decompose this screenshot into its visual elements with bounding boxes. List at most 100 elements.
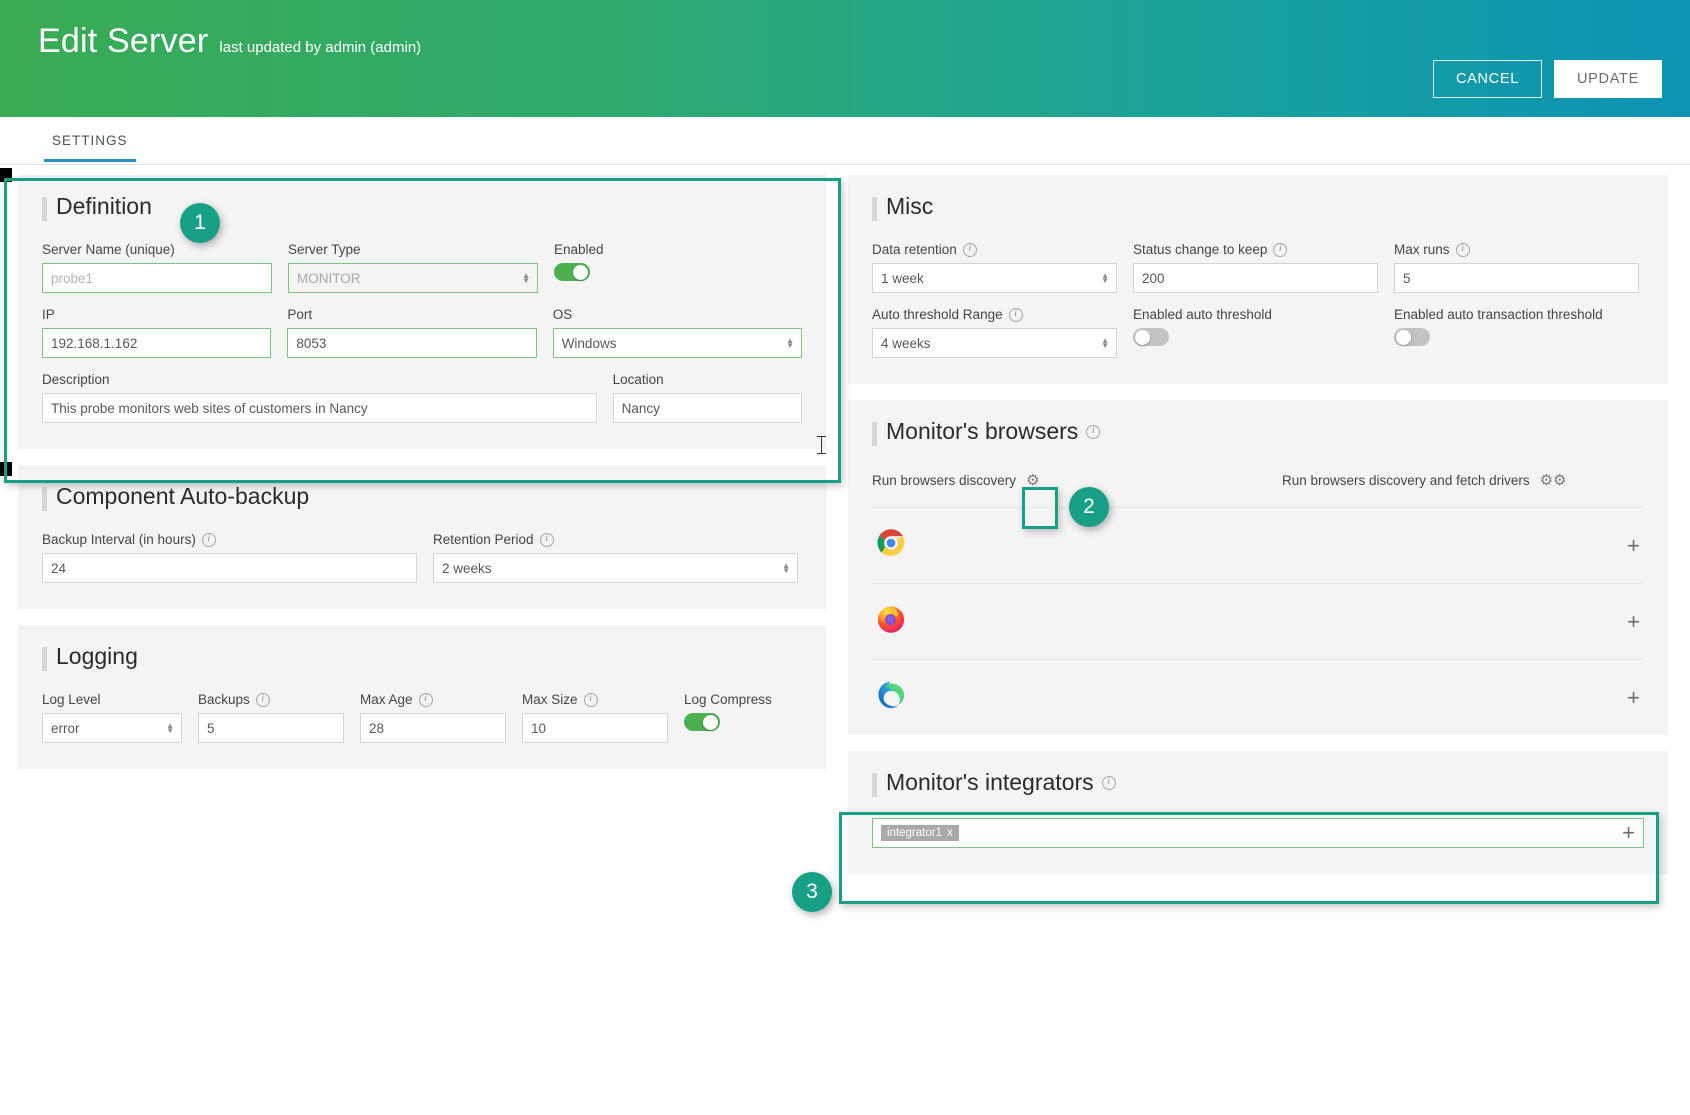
add-edge-button[interactable]: + [1627,686,1640,709]
info-icon[interactable]: i [1086,424,1101,439]
enabled-auto-transaction-threshold-toggle[interactable] [1394,328,1430,346]
run-browsers-discovery-fetch[interactable]: Run browsers discovery and fetch drivers… [1282,471,1567,489]
add-firefox-button[interactable]: + [1627,610,1640,633]
description-input[interactable]: This probe monitors web sites of custome… [42,393,597,423]
field-auto-threshold-range: Auto threshold Range i 4 weeks ▲ ▼ [872,307,1117,358]
enabled-auto-threshold-toggle[interactable] [1133,328,1169,346]
ip-input[interactable]: 192.168.1.162 [42,328,272,358]
integrators-input[interactable]: integrator1 x + [872,818,1644,848]
spinner-icon: ▲ ▼ [786,336,794,350]
max-size-label-text: Max Size [522,692,578,707]
log-level-value: error [51,720,80,736]
auto-threshold-range-select[interactable]: 4 weeks ▲ ▼ [872,328,1117,358]
callout-badge-1: 1 [180,203,220,243]
info-icon[interactable]: i [962,242,977,257]
log-level-select[interactable]: error ▲ ▼ [42,713,182,743]
info-icon[interactable]: i [1455,242,1470,257]
definition-row-1: Server Name (unique) probe1 Server Type … [42,242,802,293]
spinner-icon: ▲ ▼ [166,721,174,735]
field-ip: IP 192.168.1.162 [42,307,272,358]
enabled-toggle[interactable] [554,263,590,281]
server-type-label: Server Type [288,242,361,257]
max-age-input[interactable]: 28 [360,713,506,743]
log-compress-toggle[interactable] [684,713,720,731]
browser-row[interactable]: + [872,507,1644,583]
info-icon[interactable]: i [255,692,270,707]
enabled-label: Enabled [554,242,604,257]
tab-bar: SETTINGS [0,117,1690,165]
enabled-auto-threshold-label: Enabled auto threshold [1133,307,1272,322]
monitors-browsers-title-text: Monitor's browsers [886,418,1079,444]
port-label: Port [287,307,313,322]
edge-icon [876,680,906,715]
info-icon[interactable]: i [418,692,433,707]
data-retention-select[interactable]: 1 week ▲ ▼ [872,263,1117,293]
field-data-retention: Data retention i 1 week ▲ ▼ [872,242,1117,293]
edge-marker [0,168,12,182]
info-icon[interactable]: i [583,692,598,707]
spinner-icon: ▲ ▼ [782,561,790,575]
backups-input[interactable]: 5 [198,713,344,743]
info-icon[interactable]: i [539,532,554,547]
double-gear-icon[interactable]: ⚙⚙ [1540,471,1567,489]
firefox-icon [876,604,906,639]
callout-badge-3: 3 [792,872,832,912]
monitors-browsers-title: Monitor's browsers i [872,418,1644,446]
run-browsers-discovery-gear[interactable]: ⚙ [1026,471,1039,489]
data-retention-value: 1 week [881,270,924,286]
max-runs-label-text: Max runs [1394,242,1450,257]
status-change-input[interactable]: 200 [1133,263,1378,293]
auto-threshold-range-value: 4 weeks [881,335,931,351]
update-button[interactable]: UPDATE [1554,60,1662,98]
field-enabled-auto-transaction-threshold: Enabled auto transaction threshold [1394,307,1639,358]
run-browsers-discovery[interactable]: Run browsers discovery ⚙ [872,471,1282,489]
data-retention-label: Data retention i [872,242,1117,257]
info-icon[interactable]: i [201,532,216,547]
definition-row-3: Description This probe monitors web site… [42,372,802,423]
browser-row[interactable]: + [872,659,1644,735]
cancel-button[interactable]: CANCEL [1432,60,1542,98]
auto-backup-title: Component Auto-backup [42,483,802,511]
page-title: Edit Server [38,22,209,60]
field-enabled: Enabled [554,242,674,293]
info-icon[interactable]: i [1273,242,1288,257]
app-root: Edit Server last updated by admin (admin… [0,0,1690,912]
os-select[interactable]: Windows ▲ ▼ [552,328,802,358]
field-server-type: Server Type MONITOR ▲ ▼ [288,242,538,293]
integrators-card: Monitor's integrators i integrator1 x + [848,751,1668,874]
browser-row[interactable]: + [872,583,1644,659]
field-max-size: Max Size i 10 [522,692,668,743]
server-type-select[interactable]: MONITOR ▲ ▼ [288,263,538,293]
definition-card: Definition Server Name (unique) probe1 S… [18,175,826,449]
integrator-chip[interactable]: integrator1 x [881,825,959,841]
add-chrome-button[interactable]: + [1627,534,1640,557]
logging-card: Logging Log Level error ▲ ▼ Backups i 5 … [18,625,826,769]
field-max-age: Max Age i 28 [360,692,506,743]
run-browsers-discovery-fetch-label: Run browsers discovery and fetch drivers [1282,472,1530,488]
backup-interval-input[interactable]: 24 [42,553,417,583]
field-retention-period: Retention Period i 2 weeks ▲ ▼ [433,532,798,583]
info-icon[interactable]: i [1008,307,1023,322]
location-input[interactable]: Nancy [612,393,802,423]
run-browsers-discovery-label: Run browsers discovery [872,472,1017,488]
max-runs-input[interactable]: 5 [1394,263,1639,293]
info-icon[interactable]: i [1101,775,1116,790]
title-wrap: Edit Server last updated by admin (admin… [38,22,421,61]
add-integrator-button[interactable]: + [1622,822,1635,844]
tab-settings[interactable]: SETTINGS [44,133,136,162]
chrome-icon [876,528,906,563]
description-label: Description [42,372,110,387]
spinner-icon: ▲ ▼ [1101,336,1109,350]
toggle-knob [703,714,718,730]
left-column: Definition Server Name (unique) probe1 S… [18,175,826,785]
max-size-input[interactable]: 10 [522,713,668,743]
retention-period-select[interactable]: 2 weeks ▲ ▼ [433,553,798,583]
callout-badge-2: 2 [1069,487,1109,527]
discovery-row: Run browsers discovery ⚙ Run browsers di… [872,467,1644,507]
server-name-input[interactable]: probe1 [42,263,272,293]
close-icon[interactable]: x [947,827,953,839]
right-column: Misc Data retention i 1 week ▲ ▼ Status … [848,175,1668,890]
field-location: Location Nancy [612,372,802,423]
backups-label: Backups i [198,692,344,707]
port-input[interactable]: 8053 [287,328,537,358]
